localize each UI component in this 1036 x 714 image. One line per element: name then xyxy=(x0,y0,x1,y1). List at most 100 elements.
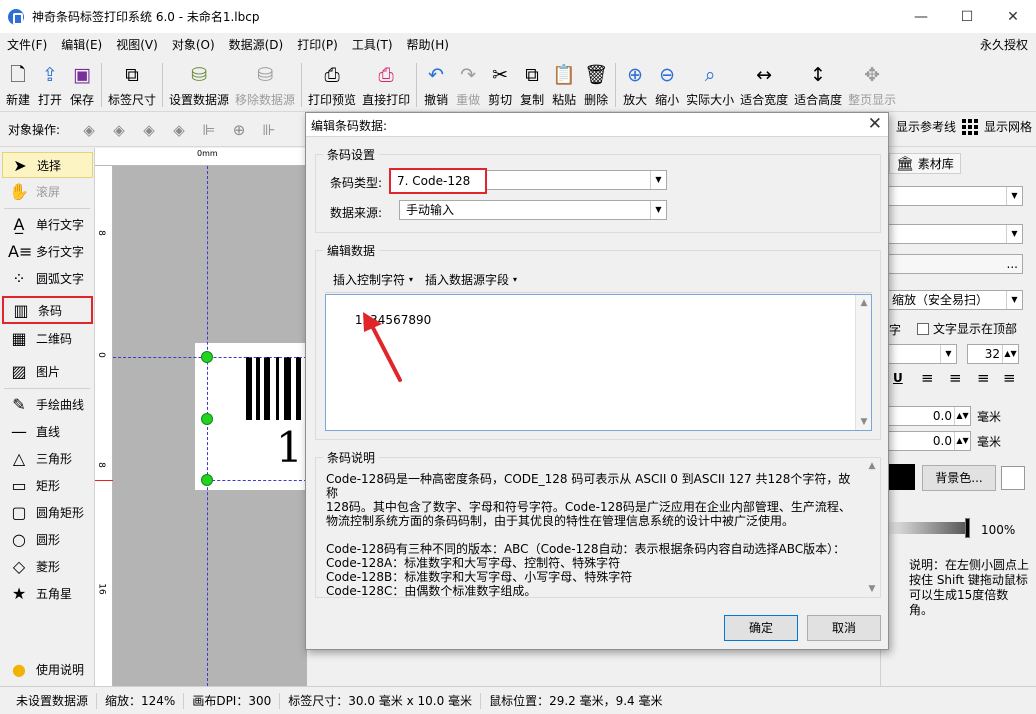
resize-handle[interactable] xyxy=(201,474,213,486)
scroll-up-icon[interactable]: ▲ xyxy=(864,458,880,474)
scroll-up-icon[interactable]: ▲ xyxy=(856,295,872,311)
open-button[interactable]: ⇪ 打开 xyxy=(34,58,66,110)
font-size-spinner[interactable]: 32 ▲▼ xyxy=(967,344,1019,364)
offset-x-spinner[interactable]: 0.0 ▲▼ xyxy=(885,406,971,426)
dialog-close-button[interactable]: ✕ xyxy=(868,114,882,134)
print-preview-button[interactable]: ⎙ 打印预览 xyxy=(305,58,359,110)
tool-single-text[interactable]: A̲ 单行文字 xyxy=(2,211,93,237)
tool-arc-text[interactable]: ⁘ 圆弧文字 xyxy=(2,265,93,291)
minimize-button[interactable]: — xyxy=(898,0,944,33)
resize-handle[interactable] xyxy=(201,351,213,363)
ruler-position-marker xyxy=(95,480,113,481)
remove-datasource-button[interactable]: ⛁ 移除数据源 xyxy=(232,58,298,110)
scroll-down-icon[interactable]: ▼ xyxy=(856,414,872,430)
cut-button[interactable]: ✂ 剪切 xyxy=(484,58,516,110)
send-back-icon[interactable]: ◈ xyxy=(168,119,190,141)
property-combo-2[interactable]: ▼ xyxy=(885,224,1023,244)
tool-line[interactable]: — 直线 xyxy=(2,418,93,444)
underline-button[interactable]: U xyxy=(893,371,903,385)
close-button[interactable]: ✕ xyxy=(990,0,1036,33)
resize-handle[interactable] xyxy=(201,413,213,425)
full-page-icon: ✥ xyxy=(864,64,881,86)
lightbulb-icon: ● xyxy=(12,659,26,679)
tool-rect[interactable]: ▭ 矩形 xyxy=(2,472,93,498)
direct-print-button[interactable]: ⎙ 直接打印 xyxy=(359,58,413,110)
tool-scroll[interactable]: ✋ 滚屏 xyxy=(2,178,93,204)
save-button[interactable]: ▣ 保存 xyxy=(66,58,98,110)
opacity-slider[interactable] xyxy=(885,522,967,534)
tool-freehand[interactable]: ✎ 手绘曲线 xyxy=(2,391,93,417)
scale-mode-combo[interactable]: 缩放（安全易扫） ▼ xyxy=(885,290,1023,310)
menu-edit[interactable]: 编辑(E) xyxy=(54,33,109,58)
tool-triangle[interactable]: △ 三角形 xyxy=(2,445,93,471)
barcode-type-select[interactable]: 7. Code-128 xyxy=(389,168,487,194)
zoom-out-button[interactable]: ⊖ 缩小 xyxy=(651,58,683,110)
justify-text-icon[interactable]: ≡ xyxy=(1003,369,1016,387)
tool-multi-text[interactable]: A≡ 多行文字 xyxy=(2,238,93,264)
library-tab[interactable]: 🏛 素材库 xyxy=(889,153,961,174)
opacity-slider-handle[interactable] xyxy=(965,518,970,538)
paste-button[interactable]: 📋 粘贴 xyxy=(548,58,580,110)
background-color-swatch[interactable] xyxy=(1001,466,1025,490)
tool-star[interactable]: ★ 五角星 xyxy=(2,580,93,606)
copy-button[interactable]: ⧉ 复制 xyxy=(516,58,548,110)
redo-button[interactable]: ↷ 重做 xyxy=(452,58,484,110)
full-page-button[interactable]: ✥ 整页显示 xyxy=(845,58,899,110)
align-center-icon[interactable]: ⊕ xyxy=(228,119,250,141)
tool-circle[interactable]: ○ 圆形 xyxy=(2,526,93,552)
barcode-type-dropdown[interactable]: ▼ xyxy=(487,170,667,190)
show-guides-toggle[interactable]: 显示参考线 xyxy=(896,118,956,135)
textarea-scrollbar[interactable]: ▲ ▼ xyxy=(855,295,871,430)
set-datasource-button[interactable]: ⛁ 设置数据源 xyxy=(166,58,232,110)
help-guide-button[interactable]: ● 使用说明 xyxy=(2,656,93,682)
data-source-select[interactable]: 手动输入 ▼ xyxy=(399,200,667,220)
delete-button[interactable]: 🗑 删除 xyxy=(580,58,612,110)
offset-y-spinner[interactable]: 0.0 ▲▼ xyxy=(885,431,971,451)
menu-view[interactable]: 视图(V) xyxy=(109,33,165,58)
dialog-title-bar: 编辑条码数据: ✕ xyxy=(306,113,888,137)
font-combo[interactable]: ▼ xyxy=(885,344,957,364)
show-grid-toggle[interactable]: 显示网格 xyxy=(961,118,1032,135)
fit-height-button[interactable]: ↕ 适合高度 xyxy=(791,58,845,110)
barcode-type-label: 条码类型: xyxy=(330,176,383,190)
align-center-text-icon[interactable]: ≡ xyxy=(949,369,962,387)
background-color-button[interactable]: 背景色... xyxy=(922,465,996,491)
menu-help[interactable]: 帮助(H) xyxy=(400,33,456,58)
menu-datasource[interactable]: 数据源(D) xyxy=(222,33,291,58)
bring-forward-icon[interactable]: ◈ xyxy=(108,119,130,141)
tool-diamond[interactable]: ◇ 菱形 xyxy=(2,553,93,579)
menu-tools[interactable]: 工具(T) xyxy=(345,33,400,58)
text-on-top-checkbox[interactable]: 文字显示在顶部 xyxy=(917,320,1017,337)
bring-front-icon[interactable]: ◈ xyxy=(78,119,100,141)
foreground-color-swatch[interactable] xyxy=(885,464,915,490)
align-right-icon[interactable]: ⊪ xyxy=(258,119,280,141)
property-combo-1[interactable]: ▼ xyxy=(885,186,1023,206)
tool-barcode[interactable]: ▥ 条码 xyxy=(2,296,93,324)
new-button[interactable]: 🗋 新建 xyxy=(2,58,34,110)
tool-image[interactable]: ▨ 图片 xyxy=(2,358,93,384)
actual-size-button[interactable]: ⌕ 实际大小 xyxy=(683,58,737,110)
ok-button[interactable]: 确定 xyxy=(724,615,798,641)
property-field[interactable]: ... xyxy=(885,254,1023,274)
align-left-text-icon[interactable]: ≡ xyxy=(921,369,934,387)
align-right-text-icon[interactable]: ≡ xyxy=(977,369,990,387)
zoom-in-button[interactable]: ⊕ 放大 xyxy=(619,58,651,110)
menu-object[interactable]: 对象(O) xyxy=(165,33,222,58)
undo-button[interactable]: ↶ 撤销 xyxy=(420,58,452,110)
insert-datasource-field-dropdown-icon: ▾ xyxy=(513,275,518,284)
menu-file[interactable]: 文件(F) xyxy=(0,33,54,58)
fit-width-button[interactable]: ↔ 适合宽度 xyxy=(737,58,791,110)
tool-qrcode[interactable]: ▦ 二维码 xyxy=(2,325,93,351)
menu-print[interactable]: 打印(P) xyxy=(290,33,345,58)
description-scrollbar[interactable]: ▲ ▼ xyxy=(864,458,880,597)
tool-select[interactable]: ➤ 选择 xyxy=(2,152,93,178)
tool-round-rect[interactable]: ▢ 圆角矩形 xyxy=(2,499,93,525)
send-backward-icon[interactable]: ◈ xyxy=(138,119,160,141)
label-size-button[interactable]: ⧉ 标签尺寸 xyxy=(105,58,159,110)
cancel-button[interactable]: 取消 xyxy=(807,615,881,641)
align-left-icon[interactable]: ⊫ xyxy=(198,119,220,141)
insert-control-char-button[interactable]: 插入控制字符 xyxy=(333,271,405,288)
maximize-button[interactable]: ☐ xyxy=(944,0,990,33)
scroll-down-icon[interactable]: ▼ xyxy=(864,581,880,597)
insert-datasource-field-button[interactable]: 插入数据源字段 xyxy=(425,271,509,288)
